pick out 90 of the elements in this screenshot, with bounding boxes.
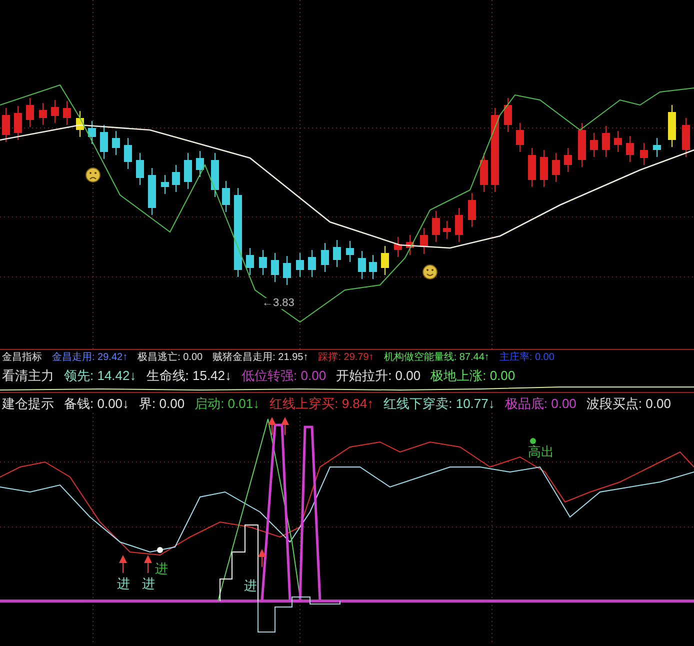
candlestick [381, 246, 389, 276]
candlestick [271, 252, 279, 282]
candlestick [406, 234, 414, 256]
candlestick [564, 148, 572, 172]
candlestick [614, 130, 622, 152]
indicator-value: 开始拉升: 0.00 [336, 368, 421, 382]
candlestick [14, 106, 22, 140]
candlestick [283, 256, 291, 286]
indicator-value: 极品底: 0.00 [504, 396, 576, 410]
candlestick [420, 228, 428, 254]
candlestick [51, 100, 59, 124]
indicator-value: 备钱: 0.00↓ [64, 396, 130, 410]
candlestick [626, 136, 634, 162]
up-arrow-icon [144, 555, 152, 574]
candlestick [112, 130, 120, 156]
up-arrow-icon [119, 555, 127, 574]
indicator-value: 极昌逃亡: 0.00 [138, 352, 203, 362]
candlestick [516, 122, 524, 152]
candlestick [358, 250, 366, 280]
candlestick [308, 250, 316, 278]
candlestick [394, 236, 402, 258]
low-price-label: ←3.83 [262, 298, 294, 309]
candlestick [468, 192, 476, 228]
indicator-value: 金昌走用: 29.42↑ [52, 352, 128, 362]
candlestick [640, 142, 648, 166]
candlestick [504, 98, 512, 132]
smiley-face-icon [422, 264, 438, 280]
candlestick [590, 132, 598, 158]
candlestick [76, 110, 84, 138]
indicator-value: 生命线: 15.42↓ [146, 368, 232, 382]
up-arrow-icon [268, 417, 276, 436]
candlestick [39, 102, 47, 126]
candlestick [296, 252, 304, 278]
indicator-value: 启动: 0.01↓ [194, 396, 260, 410]
candlestick [172, 164, 180, 192]
candlestick [136, 152, 144, 186]
candlestick [682, 118, 690, 158]
signal-label: 进 [244, 579, 257, 592]
candlestick [455, 208, 463, 242]
candlestick [184, 152, 192, 190]
indicator-title: 看清主力 [2, 368, 54, 382]
up-arrow-icon [258, 549, 266, 568]
indicator-title: 建仓提示 [2, 396, 54, 410]
candlestick [432, 210, 440, 242]
candlestick [246, 248, 254, 276]
up-arrow-icon [281, 417, 289, 436]
candlestick [528, 148, 536, 188]
indicator-value: 波段买点: 0.00 [586, 396, 671, 410]
candlestick [88, 120, 96, 144]
candlestick [480, 152, 488, 192]
signal-dot [157, 547, 163, 553]
candlestick [211, 152, 219, 198]
candlestick [443, 220, 451, 240]
candlestick [222, 180, 230, 212]
candlestick [161, 174, 169, 194]
candlestick [369, 254, 377, 280]
indicator-value: 低位转强: 0.00 [242, 368, 326, 382]
candlestick [668, 104, 676, 148]
indicator-value: 贼猪金昌走用: 21.95↑ [212, 352, 308, 362]
candlestick [196, 150, 204, 178]
candlestick [26, 98, 34, 128]
indicator-value: 红线下穿卖: 10.77↓ [384, 396, 495, 410]
signal-dot [530, 438, 536, 444]
candlestick [540, 150, 548, 188]
indicator-value: 红线上穿买: 9.84↑ [270, 396, 374, 410]
indicator-value: 主庄率: 0.00 [499, 352, 554, 362]
candlestick [63, 100, 71, 126]
signal-label: 进 [155, 562, 168, 575]
indicator-value: 界: 0.00 [139, 396, 185, 410]
candlestick [578, 122, 586, 168]
signal-label: 高出 [528, 445, 554, 458]
candlestick [602, 126, 610, 158]
indicator-title: 金昌指标 [2, 352, 42, 362]
candlestick [552, 152, 560, 182]
indicator-value: 领先: 14.42↓ [64, 368, 136, 382]
candlestick [333, 240, 341, 268]
candlestick [321, 242, 329, 272]
candlestick [653, 138, 661, 158]
candlestick [148, 168, 156, 216]
signal-label: 进 [117, 577, 130, 590]
sad-face-icon [86, 168, 100, 182]
signal-label: 进 [142, 577, 155, 590]
candlestick [259, 250, 267, 276]
candlestick [124, 138, 132, 170]
indicator-value: 极地上涨: 0.00 [430, 368, 516, 382]
indicator-value: 踩撑: 29.79↑ [318, 352, 374, 362]
candlestick [100, 124, 108, 160]
indicator-value: 机构做空能量线: 87.44↑ [384, 352, 490, 362]
candlestick [346, 240, 354, 262]
candlestick [2, 108, 10, 142]
